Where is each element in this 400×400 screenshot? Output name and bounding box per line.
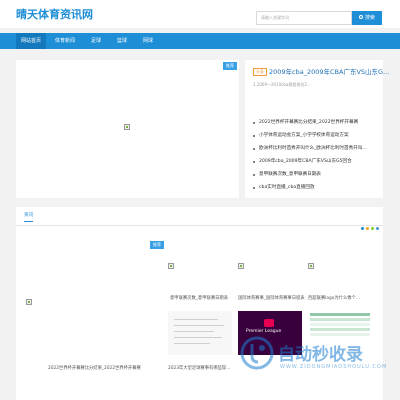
standings-thumbnail[interactable] — [308, 311, 372, 341]
news-caption[interactable]: 2022世界杯开幕赛比分结果_2022世界杯开幕赛 — [48, 365, 141, 371]
recommend-badge: 推荐 — [150, 241, 164, 249]
list-item[interactable]: cba实时直播_cba直播回放 — [253, 181, 381, 194]
dot-icon[interactable] — [361, 227, 364, 230]
search-button[interactable]: 搜索 — [352, 11, 382, 25]
search-icon — [358, 14, 363, 19]
headline-badge: 头条 — [253, 68, 267, 76]
headline-header: 头条 2009年cba_2009年CBA广东VS山东G... — [253, 66, 389, 78]
news-caption[interactable]: 意甲联赛次数_意甲联赛日期表 — [170, 295, 228, 301]
broken-image-icon — [308, 263, 314, 269]
headline-title[interactable]: 2009年cba_2009年CBA广东VS山东G... — [269, 66, 389, 76]
main-nav: 网站首页 体育新闻 足球 篮球 网球 — [0, 33, 400, 49]
nav-item-basketball[interactable]: 篮球 — [110, 33, 134, 49]
recommend-badge: 推荐 — [223, 62, 237, 70]
carousel-dots — [359, 215, 379, 234]
broken-image-icon — [124, 124, 130, 130]
search-input[interactable]: 请输入关键字词 — [256, 11, 352, 25]
nav-item-home[interactable]: 网站首页 — [16, 33, 46, 49]
nav-item-football[interactable]: 足球 — [84, 33, 108, 49]
headline-list: 2022世界杯开幕赛比分结果_2022世界杯开幕赛 小学体育运动会方案_小学学校… — [253, 116, 381, 194]
broken-image-icon — [238, 263, 244, 269]
news-caption[interactable]: 2023年大型足球赛事有哪些现... — [168, 365, 230, 371]
tab-divider — [16, 225, 383, 226]
broken-image-icon — [168, 263, 174, 269]
dot-icon[interactable] — [371, 227, 374, 230]
list-item[interactable]: 欧洲杯比利时首秀开叫什么_欧洲杯比利时首秀开叫... — [253, 142, 381, 155]
site-header: 晴天体育资讯网 请输入关键字词 搜索 — [0, 0, 400, 28]
headline-panel: 头条 2009年cba_2009年CBA广东VS山东G... 1.2009—20… — [245, 60, 389, 198]
nav-item-tennis[interactable]: 网球 — [136, 33, 160, 49]
search-button-label: 搜索 — [364, 15, 375, 21]
headline-description: 1.2009—2010cba赛程排名2... — [253, 82, 311, 87]
tab-news[interactable]: 资讯 — [24, 212, 34, 222]
list-item[interactable]: 小学体育运动会方案_小学学校体育运动方案 — [253, 129, 381, 142]
news-caption[interactable]: 西超联赛logo为什么像个... — [308, 295, 360, 301]
dot-icon[interactable] — [376, 227, 379, 230]
list-item[interactable]: 2022世界杯开幕赛比分结果_2022世界杯开幕赛 — [253, 116, 381, 129]
dot-icon[interactable] — [366, 227, 369, 230]
news-caption[interactable]: 国际体育赛事_国际体育赛事日程表 — [238, 295, 305, 301]
news-thumbnail[interactable] — [168, 311, 232, 355]
premier-league-text: Premier League — [246, 329, 282, 334]
nav-item-sports-news[interactable]: 体育新闻 — [50, 33, 80, 49]
list-item[interactable]: 意甲联赛次数_意甲联赛日期表 — [253, 168, 381, 181]
premier-league-thumbnail[interactable]: Premier League — [238, 311, 302, 355]
featured-article[interactable]: 推荐 — [16, 60, 239, 198]
news-section: 资讯 推荐 2022世界杯开幕赛比分结果_2022世界杯开幕赛 意甲联赛次数_意… — [16, 207, 383, 400]
broken-image-icon — [26, 299, 32, 305]
site-logo[interactable]: 晴天体育资讯网 — [16, 6, 93, 22]
premier-league-logo-icon — [264, 319, 274, 327]
list-item[interactable]: 2009年cba_2009年CBA广东VS山东G5回合 — [253, 155, 381, 168]
